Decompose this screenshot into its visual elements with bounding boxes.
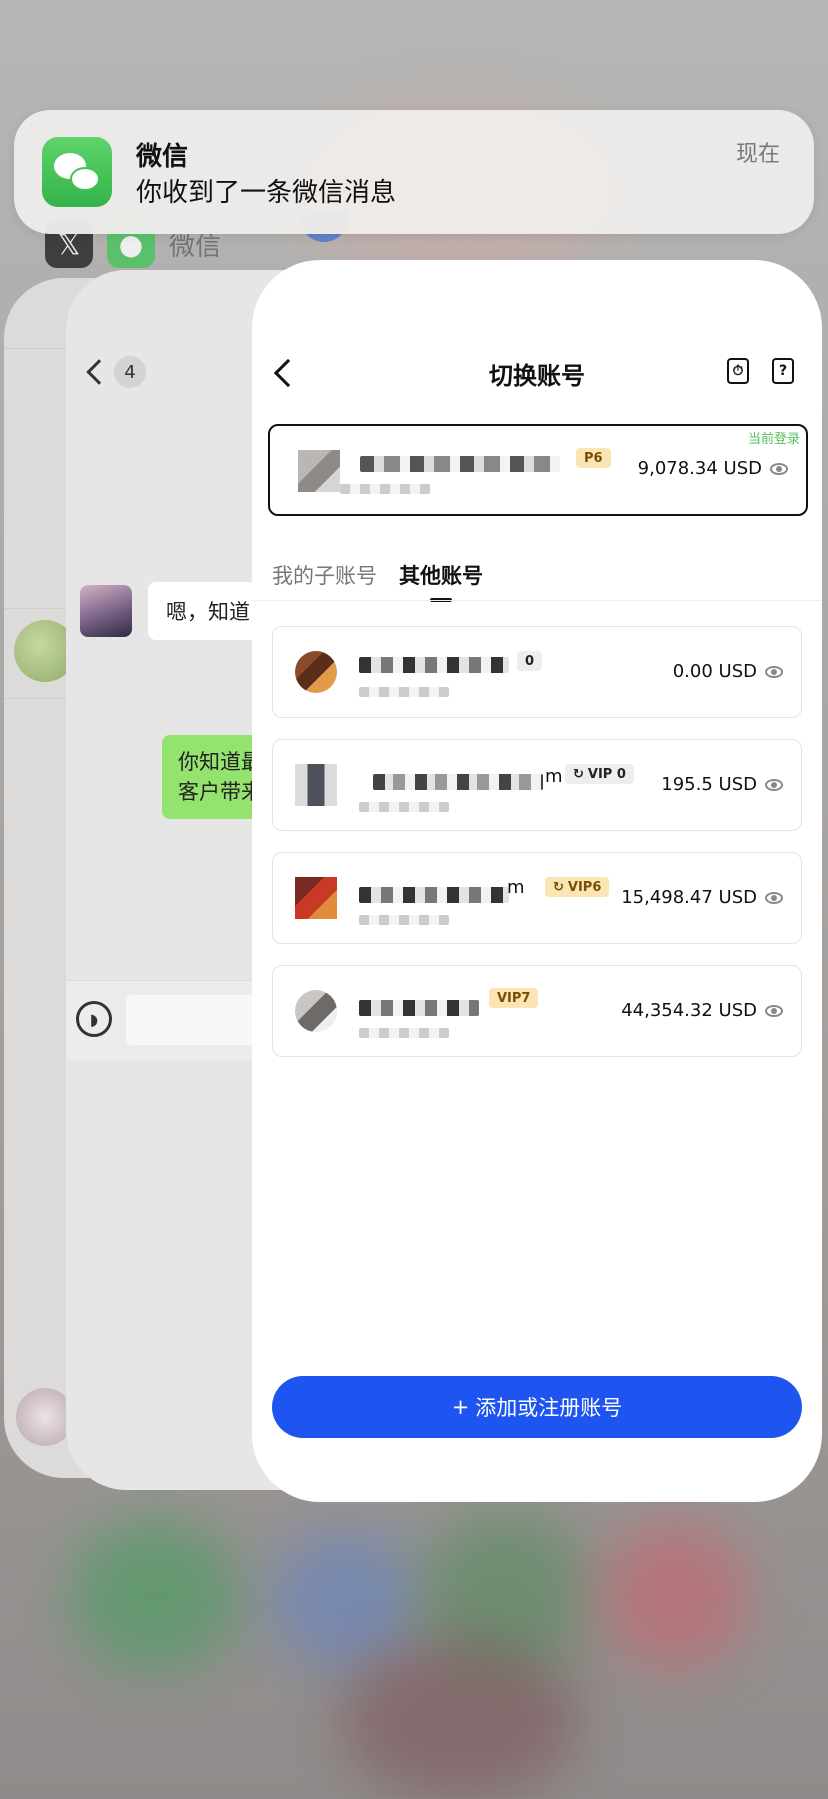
divider [252,600,822,601]
vip-level: VIP6 [567,879,602,895]
notification-time: 现在 [735,142,780,167]
back-chevron-icon [86,359,112,385]
balance-value: 0.00 USD [672,661,757,682]
app-card-account-switcher[interactable]: 切换账号 ⏱ ? 当前登录 P6 9,078.34 USD 我的子账号 其他账号… [252,260,822,1502]
masked-account-id [340,484,430,494]
masked-account-name [360,456,560,472]
list-item[interactable]: m ↻ VIP 0 195.5 USD [272,739,802,831]
account-name-suffix: m [507,877,525,898]
notification-message: 你收到了一条微信消息 [136,178,397,208]
unread-count-badge: 4 [114,356,146,388]
avatar [295,877,337,919]
add-account-label: 添加或注册账号 [475,1396,623,1420]
account-balance: 9,078.34 USD [638,458,788,479]
masked-account-id [359,802,449,812]
list-item[interactable]: VIP7 44,354.32 USD [272,965,802,1057]
list-item[interactable]: m ↻ VIP6 15,498.47 USD [272,852,802,944]
list-item[interactable]: 0 0.00 USD [272,626,802,718]
tab-other-accounts[interactable]: 其他账号 [399,560,483,590]
eye-icon[interactable] [765,891,783,904]
current-login-tag: 当前登录 [747,432,800,447]
notification-app-name: 微信 [136,142,189,172]
wechat-icon [42,137,112,207]
balance-value: 9,078.34 USD [637,458,762,479]
vip-badge: ↻ VIP6 [545,877,610,897]
current-account-card[interactable]: 当前登录 P6 9,078.34 USD [268,424,808,516]
balance-value: 44,354.32 USD [621,1000,757,1021]
voice-icon[interactable]: ◗ [76,1001,112,1037]
eye-icon[interactable] [765,1004,783,1017]
vip-badge: ↻ VIP 0 [565,764,634,784]
eye-icon[interactable] [765,778,783,791]
masked-account-id [359,687,449,697]
vip-badge: VIP7 [489,988,539,1008]
masked-account-name [373,774,543,790]
account-name-suffix: m [545,766,563,787]
help-icon[interactable]: ? [772,358,794,384]
document-icon[interactable]: ⏱ [727,358,749,384]
avatar [295,764,337,806]
avatar [295,651,337,693]
add-account-button[interactable]: + 添加或注册账号 [272,1376,802,1438]
masked-account-name [359,657,509,673]
account-tabs: 我的子账号 其他账号 [272,560,483,590]
masked-account-name [359,1000,479,1016]
account-balance: 195.5 USD [661,774,783,795]
dock-blur-red [600,1520,750,1670]
balance-value: 15,498.47 USD [621,887,757,908]
account-balance: 0.00 USD [673,661,783,682]
vip-icon: ↻ [573,766,584,782]
plus-icon: + [451,1395,470,1419]
eye-icon[interactable] [770,462,788,475]
vip-badge: 0 [517,651,543,671]
notification-banner[interactable]: 微信 你收到了一条微信消息 现在 [14,110,814,234]
account-balance: 15,498.47 USD [621,887,783,908]
account-list: 0 0.00 USD m ↻ VIP 0 195.5 USD m ↻ VIP6 … [272,626,802,1078]
masked-account-id [359,1028,449,1038]
account-balance: 44,354.32 USD [621,1000,783,1021]
eye-icon[interactable] [765,665,783,678]
avatar [298,450,340,492]
masked-account-id [359,915,449,925]
balance-value: 195.5 USD [661,774,757,795]
nav-bar: 切换账号 ⏱ ? [252,350,822,400]
dock-blur-green [70,1520,240,1670]
vip-badge: P6 [576,448,611,468]
avatar[interactable] [80,585,132,637]
vip-icon: ↻ [553,879,564,895]
avatar [295,990,337,1032]
tab-sub-accounts[interactable]: 我的子账号 [272,560,377,590]
chat-back-button[interactable]: 4 [84,356,146,388]
dock-blur-dark [340,1640,580,1799]
masked-account-name [359,887,509,903]
vip-level: VIP 0 [587,766,626,782]
dock-blur-blue [270,1530,420,1670]
